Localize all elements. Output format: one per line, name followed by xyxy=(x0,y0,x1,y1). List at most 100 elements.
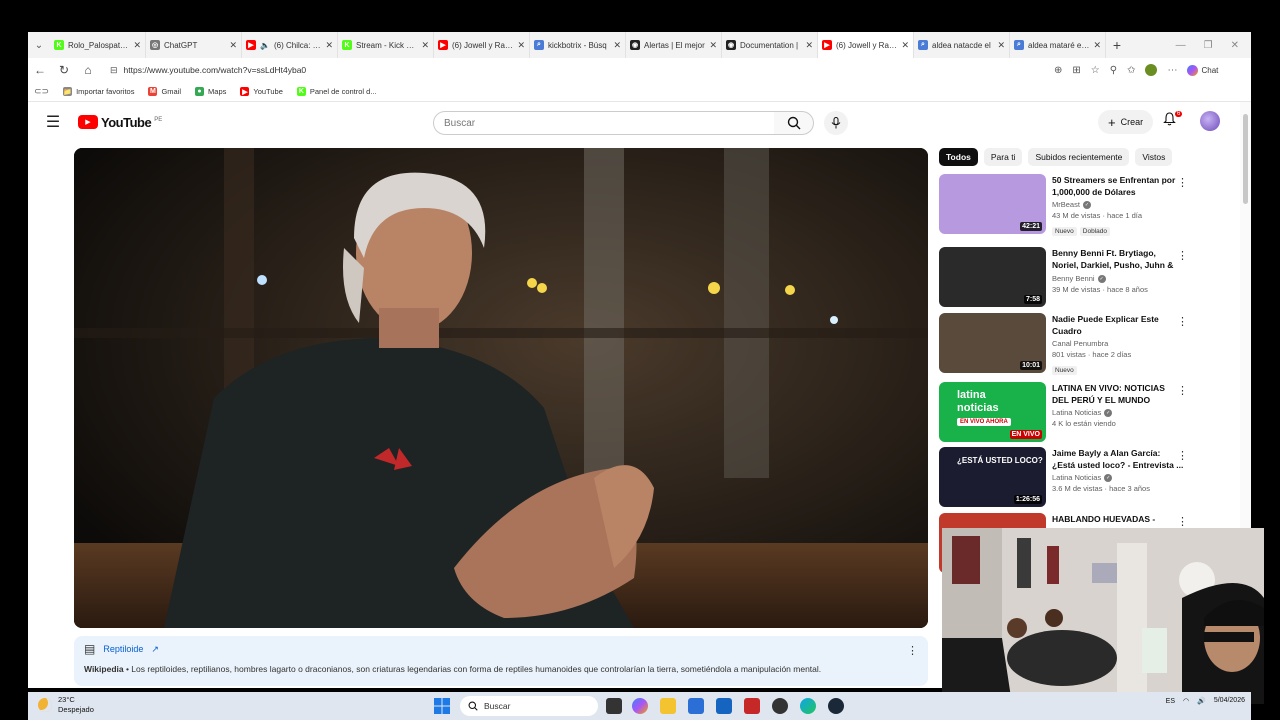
filter-chip[interactable]: Vistos xyxy=(1135,148,1173,166)
home-icon[interactable]: ⌂ xyxy=(76,58,100,82)
taskbar-search[interactable]: Buscar xyxy=(460,696,598,716)
recommendation-item[interactable]: latina noticias EN VIVO AHORA EN VIVO LATINA… xyxy=(939,382,1199,442)
create-button[interactable]: + Crear xyxy=(1098,110,1154,134)
tab-close-icon[interactable]: ✕ xyxy=(517,40,525,51)
file-explorer-icon[interactable] xyxy=(660,698,676,714)
more-actions-icon[interactable]: ⋮ xyxy=(1177,515,1188,528)
tab-close-icon[interactable]: ✕ xyxy=(1093,40,1101,51)
tab-close-icon[interactable]: ✕ xyxy=(421,40,429,51)
video-thumbnail[interactable]: 10:01 xyxy=(939,313,1046,373)
youtube-logo[interactable]: ▶ YouTube PE xyxy=(78,115,162,130)
tab-close-icon[interactable]: ✕ xyxy=(229,40,237,51)
extensions-icon[interactable]: ⚲ xyxy=(1110,65,1117,76)
favorites-icon[interactable]: ✩ xyxy=(1127,65,1135,76)
volume-icon[interactable]: 🔊 xyxy=(1197,697,1206,705)
menu-icon[interactable]: ☰ xyxy=(28,112,78,132)
clock[interactable]: 5/04/2026 xyxy=(1214,696,1245,706)
language-indicator[interactable]: ES xyxy=(1166,698,1175,705)
translate-icon[interactable]: ⊕ xyxy=(1054,65,1062,76)
tab-close-icon[interactable]: ✕ xyxy=(901,40,909,51)
search-button[interactable] xyxy=(774,111,814,135)
channel-name[interactable]: Latina Noticias xyxy=(1052,408,1101,417)
video-thumbnail[interactable]: latina noticias EN VIVO AHORA EN VIVO xyxy=(939,382,1046,442)
recommendation-item[interactable]: 7:58 Benny Benni Ft. Brytiago, Noriel, Da… xyxy=(939,247,1199,307)
recommendation-title[interactable]: Jaime Bayly a Alan García: ¿Está usted l… xyxy=(1052,447,1184,471)
video-thumbnail[interactable]: 7:58 xyxy=(939,247,1046,307)
browser-tab[interactable]: ◉ Documentation | ✕ xyxy=(722,32,818,58)
filter-chip[interactable]: Subidos recientemente xyxy=(1028,148,1130,166)
recommendation-item[interactable]: 42:21 50 Streamers se Enfrentan por 1,000… xyxy=(939,174,1199,238)
copilot-button[interactable]: Chat xyxy=(1187,64,1218,76)
recommendation-title[interactable]: HABLANDO HUEVADAS - xyxy=(1052,513,1184,525)
restore-icon[interactable]: ❐ xyxy=(1204,40,1213,51)
wifi-icon[interactable]: ◠ xyxy=(1183,697,1189,705)
mail-icon[interactable] xyxy=(744,698,760,714)
start-button-icon[interactable] xyxy=(434,698,450,714)
video-thumbnail[interactable]: ¿ESTÁ USTED LOCO? 1:26:56 xyxy=(939,447,1046,507)
tab-close-icon[interactable]: ✕ xyxy=(709,40,717,51)
tab-close-icon[interactable]: ✕ xyxy=(325,40,333,51)
browser-tab[interactable]: ◎ ChatGPT ✕ xyxy=(146,32,242,58)
search-input[interactable]: Buscar xyxy=(433,111,775,135)
task-view-icon[interactable] xyxy=(606,698,622,714)
info-panel-title[interactable]: Reptiloide xyxy=(103,644,143,654)
site-info-icon[interactable]: ⊟ xyxy=(110,65,118,76)
recommendation-title[interactable]: 50 Streamers se Enfrentan por 1,000,000 … xyxy=(1052,174,1184,198)
edge-icon[interactable] xyxy=(800,698,816,714)
more-actions-icon[interactable]: ⋮ xyxy=(1177,249,1188,262)
steam-icon[interactable] xyxy=(828,698,844,714)
voice-search-button[interactable] xyxy=(824,111,848,135)
bookmark-item[interactable]: 📁 Importar favoritos xyxy=(63,87,134,96)
back-icon[interactable]: ← xyxy=(28,58,52,82)
channel-name[interactable]: Canal Penumbra xyxy=(1052,339,1108,348)
copilot-app-icon[interactable] xyxy=(632,698,648,714)
reload-icon[interactable]: ↻ xyxy=(52,58,76,82)
browser-tab[interactable]: K Stream - Kick Das ✕ xyxy=(338,32,434,58)
split-screen-icon[interactable]: ⊞ xyxy=(1072,65,1080,76)
weather-widget[interactable]: 23°C Despejado xyxy=(38,695,94,715)
bookmark-item[interactable]: ▶ YouTube xyxy=(240,87,283,96)
external-link-icon[interactable]: ↗ xyxy=(151,644,159,655)
channel-name[interactable]: Latina Noticias xyxy=(1052,473,1101,482)
scrollbar-thumb[interactable] xyxy=(1243,114,1248,204)
tab-list-dropdown[interactable]: ⌄ xyxy=(28,32,50,58)
browser-tab[interactable]: ▶ (6) Jowell y Randy ✕ xyxy=(434,32,530,58)
recommendation-item[interactable]: ¿ESTÁ USTED LOCO? 1:26:56 Jaime Bayly a Al… xyxy=(939,447,1199,507)
browser-tab[interactable]: ⌕ aldea natacde el ✕ xyxy=(914,32,1010,58)
tab-close-icon[interactable]: ✕ xyxy=(613,40,621,51)
more-actions-icon[interactable]: ⋮ xyxy=(1177,449,1188,462)
obs-icon[interactable] xyxy=(772,698,788,714)
video-thumbnail[interactable]: 42:21 xyxy=(939,174,1046,234)
browser-tab[interactable]: K Rolo_Palospatas S ✕ xyxy=(50,32,146,58)
tab-audio-icon[interactable]: 🔈 xyxy=(260,41,270,50)
notifications-bell-icon[interactable] xyxy=(1163,112,1176,129)
browser-tab[interactable]: ⌕ aldea mataré el g ✕ xyxy=(1010,32,1106,58)
outlook-icon[interactable] xyxy=(716,698,732,714)
collections-icon[interactable]: ⊂⊃ xyxy=(34,86,49,97)
tab-close-icon[interactable]: ✕ xyxy=(997,40,1005,51)
url-field[interactable]: ⊟ https://www.youtube.com/watch?v=ssLdHt… xyxy=(106,61,1046,79)
more-actions-icon[interactable]: ⋮ xyxy=(1177,176,1188,189)
more-actions-icon[interactable]: ⋮ xyxy=(1177,384,1188,397)
more-menu-icon[interactable]: ⋯ xyxy=(1167,65,1177,76)
tab-close-icon[interactable]: ✕ xyxy=(805,40,813,51)
filter-chip[interactable]: Para ti xyxy=(983,148,1023,166)
account-avatar[interactable] xyxy=(1200,111,1220,131)
browser-tab[interactable]: ◉ Alertas | El mejor ✕ xyxy=(626,32,722,58)
bookmark-item[interactable]: ● Maps xyxy=(195,87,226,96)
store-icon[interactable] xyxy=(688,698,704,714)
recommendation-title[interactable]: Nadie Puede Explicar Este Cuadro xyxy=(1052,313,1184,337)
channel-name[interactable]: MrBeast xyxy=(1052,200,1080,209)
video-player[interactable] xyxy=(74,148,928,628)
profile-avatar-icon[interactable] xyxy=(1145,64,1158,76)
more-options-icon[interactable]: ⋮ xyxy=(907,644,918,657)
browser-tab[interactable]: ▶ (6) Jowell y Randy ✕ xyxy=(818,32,914,58)
info-panel-source[interactable]: Wikipedia xyxy=(84,664,124,674)
filter-chip[interactable]: Todos xyxy=(939,148,978,166)
minimize-icon[interactable]: — xyxy=(1176,40,1186,51)
more-actions-icon[interactable]: ⋮ xyxy=(1177,315,1188,328)
recommendation-item[interactable]: 10:01 Nadie Puede Explicar Este Cuadro Can… xyxy=(939,313,1199,377)
bookmark-item[interactable]: M Gmail xyxy=(148,87,181,96)
recommendation-title[interactable]: LATINA EN VIVO: NOTICIAS DEL PERÚ Y EL M… xyxy=(1052,382,1184,406)
tab-close-icon[interactable]: ✕ xyxy=(133,40,141,51)
